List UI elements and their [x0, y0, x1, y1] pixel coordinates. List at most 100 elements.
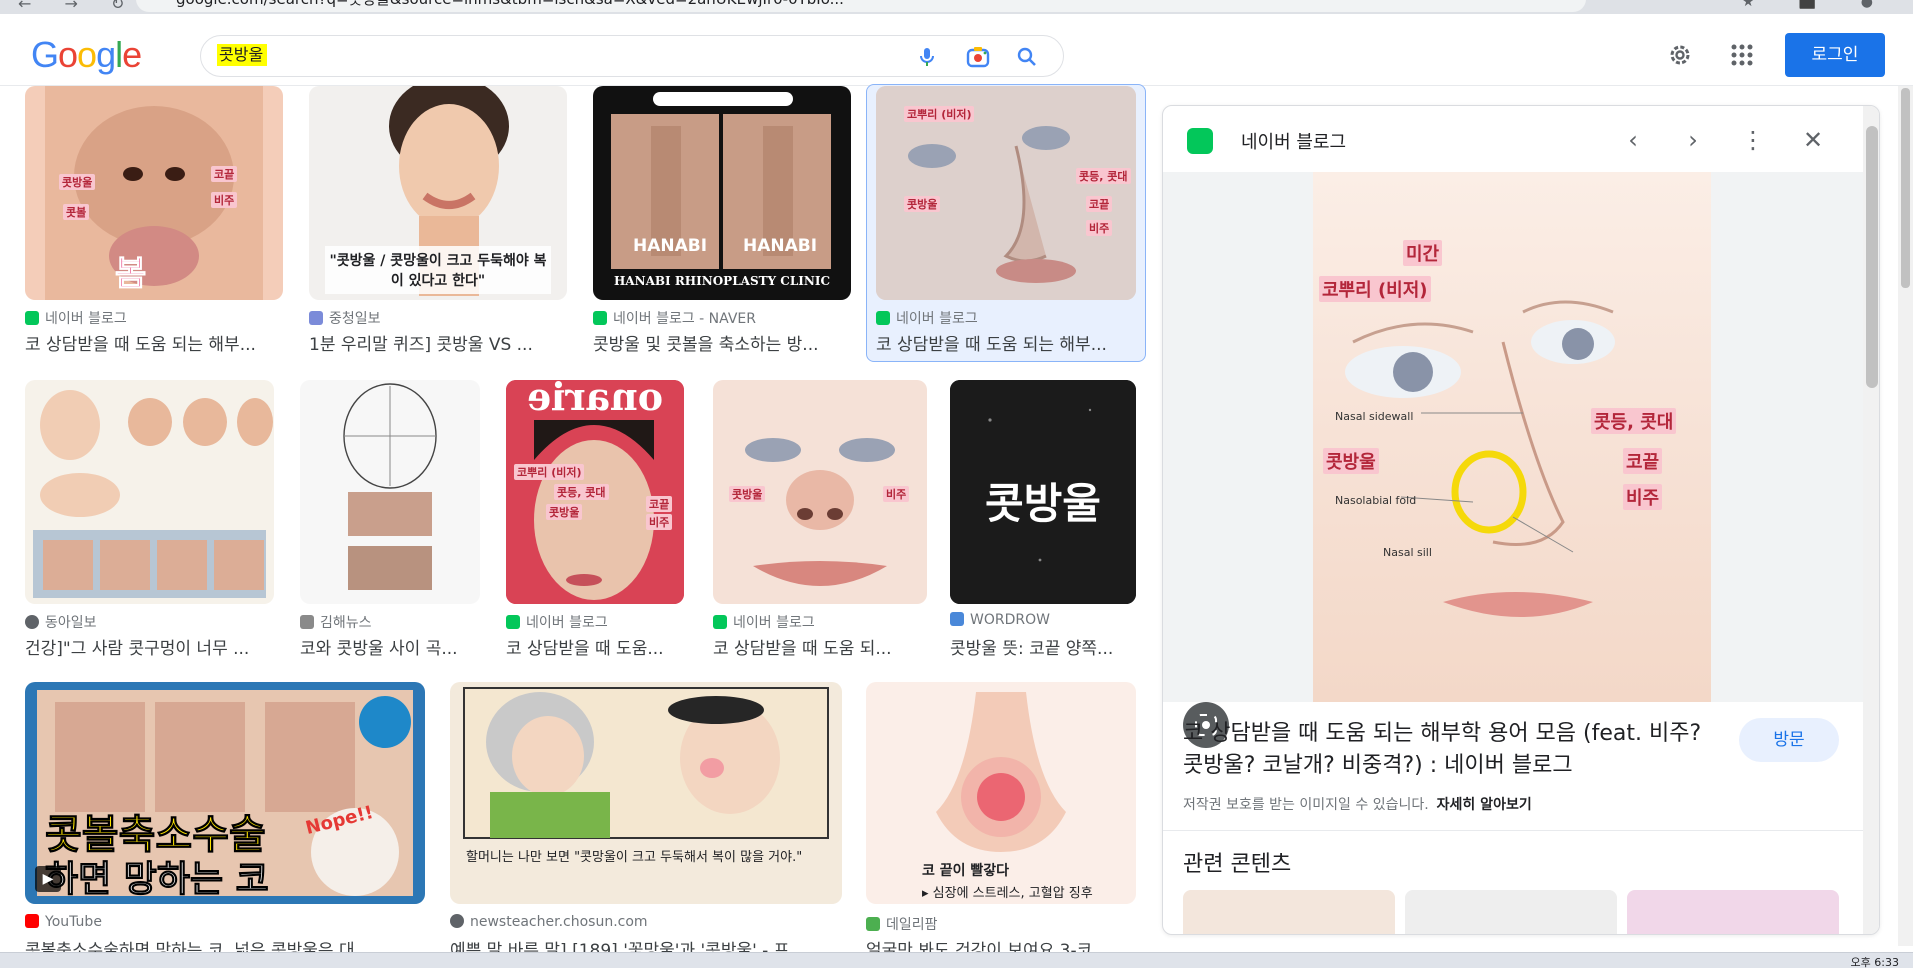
- label-tag: 비주: [1623, 484, 1663, 510]
- news-icon: [309, 311, 323, 325]
- label-tag: 콧방울: [546, 504, 583, 520]
- browser-nav-icons[interactable]: ← → ↻: [18, 0, 138, 13]
- cartoon-illustration: [463, 687, 829, 839]
- microphone-icon[interactable]: [915, 45, 939, 69]
- more-options-icon[interactable]: ⋮: [1737, 124, 1769, 156]
- news-icon: [300, 615, 314, 629]
- result-title[interactable]: 코 상담받을 때 도움...: [506, 634, 684, 659]
- search-input[interactable]: 콧방울: [200, 35, 1064, 77]
- result-thumbnail-4[interactable]: 코뿌리 (비저) 콧등, 콧대 콧방울 코끝 비주: [876, 86, 1136, 300]
- copyright-notice: 저작권 보호를 받는 이미지일 수 있습니다. 자세히 알아보기: [1183, 797, 1532, 813]
- thumb-caption: ▸ 심장에 스트레스, 고혈압 징후: [922, 886, 1093, 901]
- result-title[interactable]: 콧방울 및 콧볼을 축소하는 방...: [593, 330, 851, 355]
- result-title[interactable]: 콧방울 뜻: 코끝 양쪽...: [950, 634, 1136, 659]
- result-thumbnail-9[interactable]: 콧방울: [950, 380, 1136, 604]
- panel-scrollbar-thumb[interactable]: [1866, 126, 1878, 388]
- result-source: 김해뉴스: [300, 612, 480, 632]
- next-arrow-icon[interactable]: ›: [1677, 124, 1709, 156]
- naver-blog-icon: [1187, 128, 1213, 154]
- result-source: 네이버 블로그 - NAVER: [593, 308, 851, 328]
- label-tag: 콧등, 콧대: [1076, 168, 1131, 184]
- lens-camera-icon[interactable]: [965, 44, 991, 70]
- label-tag: 코끝: [1086, 196, 1113, 212]
- result-thumbnail-8[interactable]: 콧방울 비주: [713, 380, 927, 604]
- thumb-caption: 할머니는 나만 보면 "콧망울이 크고 두둑해서 복이 많을 거야.": [466, 850, 803, 865]
- result-source: WORDROW: [950, 612, 1136, 628]
- result-source: 네이버 블로그: [25, 308, 283, 328]
- related-thumbnail[interactable]: [1183, 890, 1395, 934]
- thumb-caption: 코 끝이 빨갛다: [922, 863, 1010, 879]
- google-header: Google 콧방울 로그인: [0, 14, 1913, 86]
- panel-header: 네이버 블로그 ‹ › ⋮ ✕: [1163, 106, 1879, 172]
- apps-grid-icon[interactable]: [1730, 43, 1754, 67]
- anatomy-label: Nasal sill: [1383, 546, 1432, 559]
- result-title[interactable]: 코와 콧방울 사이 곡...: [300, 634, 480, 659]
- learn-more-link[interactable]: 자세히 알아보기: [1437, 797, 1532, 813]
- thumb-watermark: HANABI: [633, 236, 708, 256]
- address-bar[interactable]: google.com/search?q=콧방울&source=lnms&tbm=…: [136, 0, 1586, 12]
- result-source: 데일리팜: [866, 914, 1136, 934]
- result-thumbnail-11[interactable]: 할머니는 나만 보면 "콧망울이 크고 두둑해서 복이 많을 거야.": [450, 682, 842, 904]
- result-title[interactable]: 건강]"그 사람 콧구멍이 너무 ...: [25, 634, 274, 659]
- google-logo[interactable]: Google: [31, 34, 142, 76]
- gear-icon[interactable]: [1666, 41, 1694, 69]
- search-icon[interactable]: [1015, 45, 1039, 69]
- result-title[interactable]: 코 상담받을 때 도움 되는 해부...: [25, 330, 283, 355]
- result-title[interactable]: 1분 우리말 퀴즈] 콧방울 VS ...: [309, 330, 567, 355]
- result-source: 동아일보: [25, 612, 274, 632]
- thumb-masthead: onarie: [526, 380, 664, 419]
- visit-button[interactable]: 방문: [1739, 718, 1839, 762]
- page-scrollbar-thumb[interactable]: [1901, 88, 1910, 288]
- panel-scrollbar[interactable]: [1863, 106, 1879, 934]
- label-tag: 콧방울: [729, 486, 766, 502]
- search-query[interactable]: 콧방울: [217, 44, 268, 66]
- youtube-icon: [25, 914, 39, 928]
- label-tag: 비주: [883, 486, 910, 502]
- os-taskbar: 오후 6:33: [0, 952, 1913, 969]
- anatomy-label: Nasolabial fold: [1335, 494, 1417, 507]
- label-tag: 코뿌리 (비저): [904, 106, 975, 122]
- result-title[interactable]: 코 상담받을 때 도움 되는 해부...: [876, 330, 1134, 355]
- related-thumbnail[interactable]: [1627, 890, 1839, 934]
- preview-image[interactable]: 미간 코뿌리 (비저) 콧등, 콧대 콧방울 코끝 비주 Nasal sidew…: [1163, 172, 1863, 748]
- result-thumbnail-2[interactable]: "콧방울 / 콧망울이 크고 두둑해야 복이 있다고 한다": [309, 86, 567, 300]
- close-icon[interactable]: ✕: [1797, 124, 1829, 156]
- page-scrollbar[interactable]: [1898, 86, 1913, 946]
- panel-source[interactable]: 네이버 블로그: [1241, 128, 1346, 154]
- label-tag: 비주: [1086, 220, 1113, 236]
- previous-arrow-icon[interactable]: ‹: [1617, 124, 1649, 156]
- label-tag: 코끝: [646, 496, 673, 512]
- thumb-sticker-text: 봄: [114, 254, 147, 295]
- label-tag: 콧방울: [904, 196, 941, 212]
- face-map-diagram: [343, 383, 437, 590]
- result-title[interactable]: 코 상담받을 때 도움 되...: [713, 634, 927, 659]
- naver-blog-icon: [713, 615, 727, 629]
- related-thumbnail[interactable]: [1405, 890, 1617, 934]
- globe-icon: [450, 914, 464, 928]
- panel-image-title[interactable]: 코 상담받을 때 도움 되는 해부학 용어 모음 (feat. 비주? 콧방울?…: [1183, 718, 1723, 782]
- play-icon: ▶: [35, 866, 61, 892]
- result-thumbnail-7[interactable]: onarie 코뿌리 (비저) 콧등, 콧대 코끝 콧방울 비주: [506, 380, 684, 604]
- naver-blog-icon: [506, 615, 520, 629]
- nose-types-infographic: [33, 390, 273, 598]
- result-source: YouTube: [25, 914, 425, 930]
- naver-blog-icon: [25, 311, 39, 325]
- globe-icon: [25, 615, 39, 629]
- before-after-nose-image: [611, 92, 831, 269]
- result-thumbnail-3[interactable]: HANABI HANABI HANABI RHINOPLASTY CLINIC: [593, 86, 851, 300]
- browser-extension-icons[interactable]: ★ ⬛ ●: [1742, 0, 1893, 10]
- result-thumbnail-10[interactable]: 콧볼축소수술 하면 망하는 코 Nope!! ▶: [25, 682, 425, 904]
- label-tag: 콧방울: [59, 174, 96, 190]
- naver-blog-icon: [593, 311, 607, 325]
- result-thumbnail-12[interactable]: 코 끝이 빨갛다 ▸ 심장에 스트레스, 고혈압 징후: [866, 682, 1136, 904]
- result-source: 중청일보: [309, 308, 567, 328]
- label-tag: 코끝: [211, 166, 238, 182]
- result-source: 네이버 블로그: [713, 612, 927, 632]
- label-tag: 코뿌리 (비저): [514, 464, 585, 480]
- label-tag: 콧등, 콧대: [554, 484, 609, 500]
- login-button[interactable]: 로그인: [1785, 33, 1885, 77]
- result-thumbnail-6[interactable]: [300, 380, 480, 604]
- result-thumbnail-1[interactable]: 콧방울 콧볼 코끝 비주 봄: [25, 86, 283, 300]
- result-thumbnail-5[interactable]: [25, 380, 274, 604]
- anatomy-label: Nasal sidewall: [1335, 410, 1414, 423]
